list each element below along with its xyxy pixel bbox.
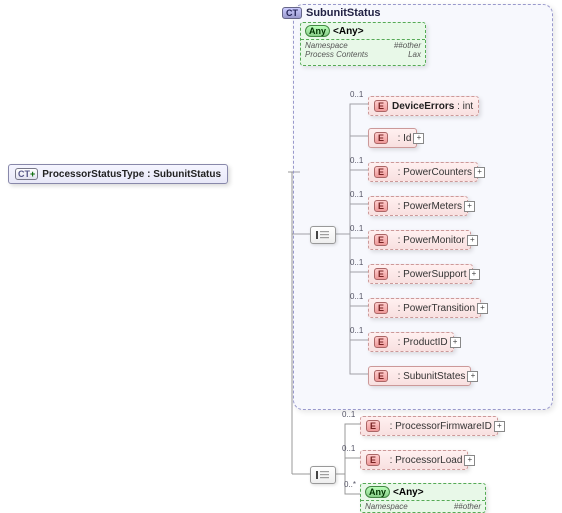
- cardinality-label: 0..1: [350, 292, 363, 301]
- cardinality-label: 0..1: [350, 190, 363, 199]
- element-label: : SubunitStates: [392, 371, 465, 382]
- cardinality-label: 0..1: [350, 326, 363, 335]
- ct-icon: CT+: [15, 168, 38, 180]
- element-label: : ProductID: [392, 337, 448, 348]
- cardinality-label: 0..*: [344, 480, 356, 489]
- element-icon: E: [374, 302, 388, 314]
- cardinality-label: 0..1: [342, 410, 355, 419]
- element-icon: E: [366, 454, 380, 466]
- element-deviceerrors[interactable]: E DeviceErrors : int: [368, 96, 479, 116]
- element-label: : PowerMeters: [392, 201, 462, 212]
- sequence-compositor-icon[interactable]: ———: [310, 466, 336, 484]
- element-label: DeviceErrors : int: [392, 101, 473, 112]
- element-icon: E: [374, 370, 388, 382]
- element-subunitstates[interactable]: E : SubunitStates+: [368, 366, 471, 386]
- element-label: : PowerCounters: [392, 167, 472, 178]
- any-icon: Any: [305, 25, 330, 37]
- element-powertransition[interactable]: E : PowerTransition+: [368, 298, 481, 318]
- element-icon: E: [374, 268, 388, 280]
- element-icon: E: [374, 336, 388, 348]
- subunit-header: CT SubunitStatus: [282, 7, 381, 19]
- expand-icon[interactable]: +: [450, 337, 461, 348]
- any-details: Namespace##other: [361, 500, 485, 512]
- cardinality-label: 0..1: [350, 156, 363, 165]
- element-icon: E: [374, 166, 388, 178]
- element-id[interactable]: E : Id+: [368, 128, 417, 148]
- any-label: <Any>: [333, 26, 364, 37]
- expand-icon[interactable]: +: [477, 303, 488, 314]
- root-complextype[interactable]: CT+ ProcessorStatusType : SubunitStatus: [8, 164, 228, 184]
- subunit-title: SubunitStatus: [306, 7, 381, 19]
- element-label: : PowerTransition: [392, 303, 475, 314]
- element-label: : PowerSupport: [392, 269, 466, 280]
- element-processorload[interactable]: E : ProcessorLoad+: [360, 450, 468, 470]
- expand-icon[interactable]: +: [469, 269, 480, 280]
- element-icon: E: [374, 234, 388, 246]
- element-label: : ProcessorLoad: [384, 455, 462, 466]
- cardinality-label: 0..1: [350, 224, 363, 233]
- expand-icon[interactable]: +: [464, 455, 475, 466]
- root-label: ProcessorStatusType : SubunitStatus: [42, 169, 221, 180]
- expand-icon[interactable]: +: [464, 201, 475, 212]
- element-powersupport[interactable]: E : PowerSupport+: [368, 264, 473, 284]
- element-icon: E: [374, 200, 388, 212]
- any-details: Namespace##other Process ContentsLax: [301, 39, 425, 60]
- element-icon: E: [374, 100, 388, 112]
- expand-icon[interactable]: +: [467, 235, 478, 246]
- element-processorfirmwareid[interactable]: E : ProcessorFirmwareID+: [360, 416, 498, 436]
- cardinality-label: 0..1: [350, 90, 363, 99]
- any-wildcard-bottom[interactable]: Any <Any> Namespace##other: [360, 483, 486, 513]
- element-label: : ProcessorFirmwareID: [384, 421, 492, 432]
- ct-icon: CT: [282, 7, 302, 19]
- expand-icon[interactable]: +: [474, 167, 485, 178]
- any-icon: Any: [365, 486, 390, 498]
- element-productid[interactable]: E : ProductID+: [368, 332, 454, 352]
- expand-icon[interactable]: +: [467, 371, 478, 382]
- element-label: : Id: [392, 133, 411, 144]
- any-wildcard-top[interactable]: Any <Any> Namespace##other Process Conte…: [300, 22, 426, 66]
- element-powercounters[interactable]: E : PowerCounters+: [368, 162, 478, 182]
- element-icon: E: [366, 420, 380, 432]
- sequence-compositor-icon[interactable]: ———: [310, 226, 336, 244]
- element-powermonitor[interactable]: E : PowerMonitor+: [368, 230, 471, 250]
- cardinality-label: 0..1: [342, 444, 355, 453]
- element-label: : PowerMonitor: [392, 235, 465, 246]
- element-icon: E: [374, 132, 388, 144]
- expand-icon[interactable]: +: [413, 133, 424, 144]
- expand-icon[interactable]: +: [494, 421, 505, 432]
- element-powermeters[interactable]: E : PowerMeters+: [368, 196, 468, 216]
- cardinality-label: 0..1: [350, 258, 363, 267]
- any-label: <Any>: [393, 487, 424, 498]
